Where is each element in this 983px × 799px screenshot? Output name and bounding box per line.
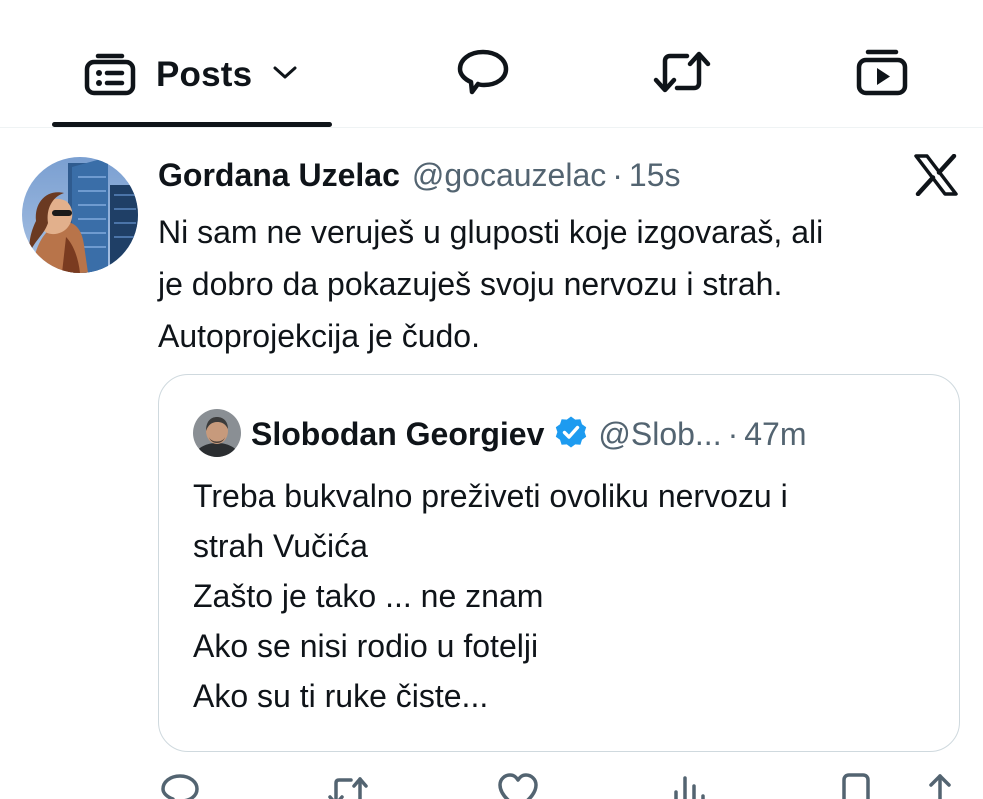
video-icon <box>855 47 909 102</box>
quoted-separator-dot: · <box>727 415 739 452</box>
repost-icon <box>653 47 711 102</box>
tab-videos[interactable] <box>854 46 910 102</box>
author-avatar[interactable] <box>22 157 138 273</box>
quoted-author-avatar <box>193 409 241 457</box>
profile-tab-bar: Posts <box>0 0 983 128</box>
page: Posts Gordana Uzelac @gocauzelac · 15s N… <box>0 0 983 799</box>
author-handle[interactable]: @gocauzelac <box>412 157 606 194</box>
reply-icon <box>160 772 200 799</box>
like-button[interactable] <box>496 772 540 799</box>
tab-posts[interactable]: Posts <box>84 50 298 100</box>
post-text: Ni sam ne veruješ u gluposti koje izgova… <box>158 214 824 354</box>
tab-posts-label: Posts <box>156 55 253 94</box>
x-logo-icon <box>914 153 958 197</box>
share-button[interactable] <box>918 772 962 799</box>
quoted-author-name[interactable]: Slobodan Georgiev <box>251 416 544 453</box>
tab-replies[interactable] <box>455 46 511 102</box>
bookmark-icon <box>838 772 874 799</box>
repost-button[interactable] <box>326 772 370 799</box>
posts-icon <box>84 50 136 101</box>
views-icon <box>668 772 708 799</box>
repost-icon <box>327 772 369 799</box>
share-icon <box>922 772 958 799</box>
post-timestamp[interactable]: 15s <box>629 157 681 194</box>
post-header: Gordana Uzelac @gocauzelac · 15s <box>158 152 680 198</box>
quoted-post-text: Treba bukvalno preživeti ovoliku nervozu… <box>193 478 788 714</box>
author-name[interactable]: Gordana Uzelac <box>158 157 400 194</box>
quoted-post-timestamp[interactable]: 47m <box>744 416 806 453</box>
views-button[interactable] <box>666 772 710 799</box>
active-tab-indicator <box>52 122 332 127</box>
verified-badge-icon <box>544 415 588 454</box>
tab-reposts[interactable] <box>653 46 711 102</box>
reply-bubble-icon <box>455 47 511 102</box>
quoted-post-header: Slobodan Georgiev @Slob... · 47m <box>251 411 806 457</box>
quoted-post[interactable]: Slobodan Georgiev @Slob... · 47m Treba b… <box>158 374 960 752</box>
quoted-author-handle[interactable]: @Slob... <box>598 416 721 453</box>
like-icon <box>497 772 539 799</box>
separator-dot: · <box>612 156 623 193</box>
bookmark-button[interactable] <box>834 772 878 799</box>
reply-button[interactable] <box>158 772 202 799</box>
chevron-down-icon[interactable] <box>272 65 298 86</box>
